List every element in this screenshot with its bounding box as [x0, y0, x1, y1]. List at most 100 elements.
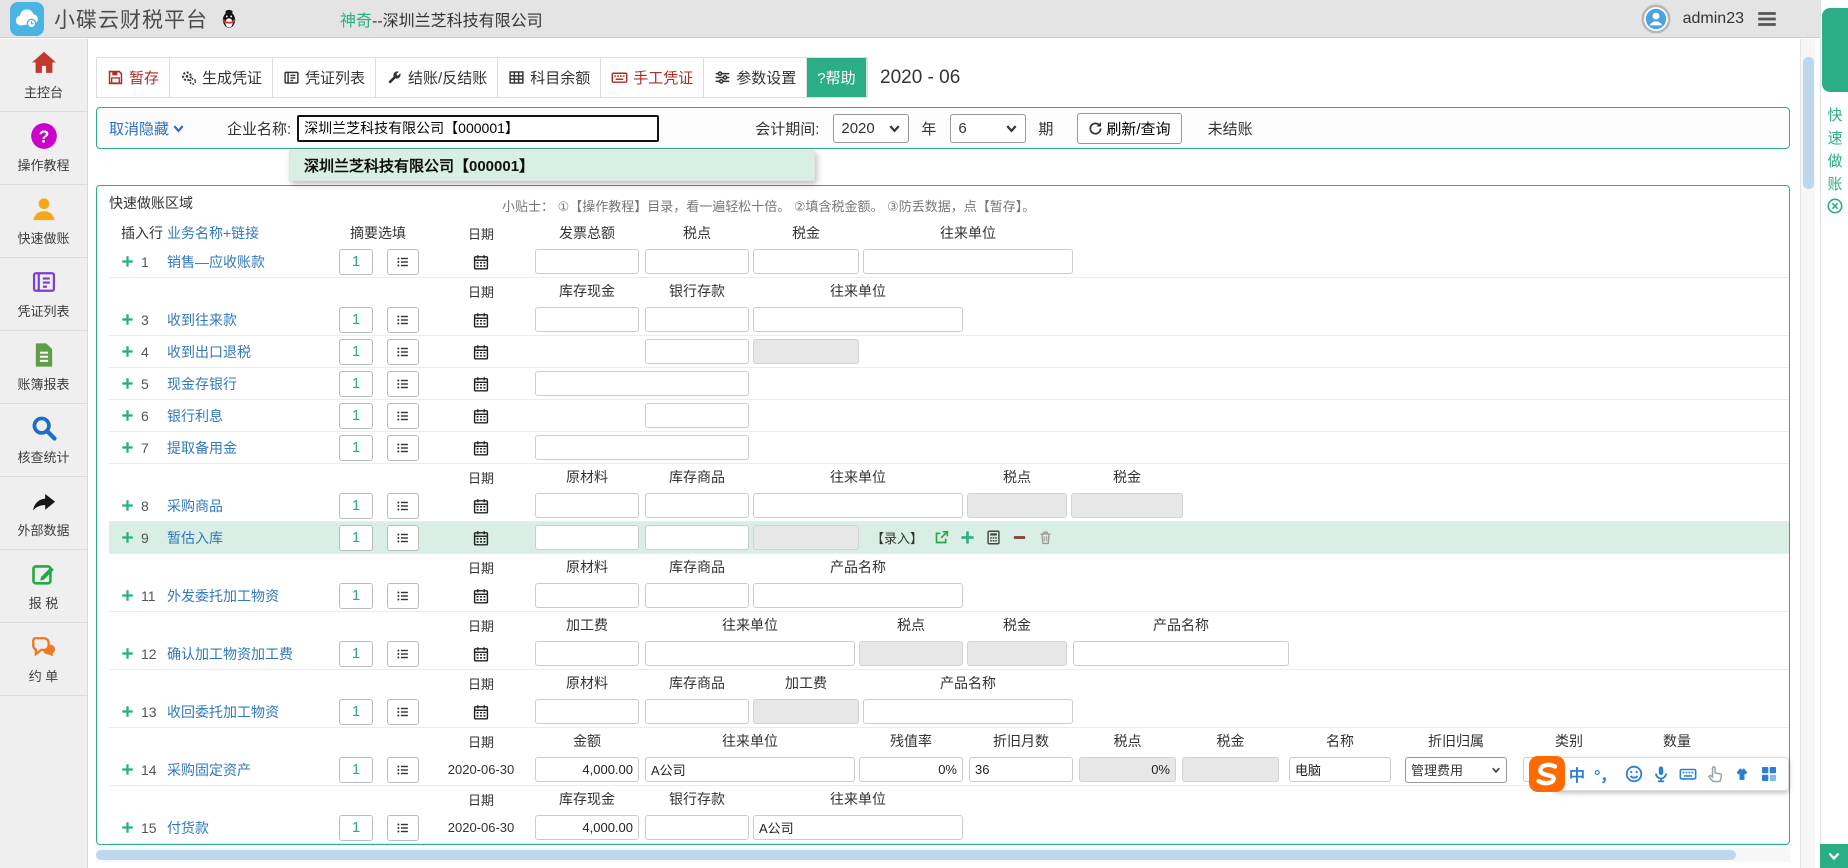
company-name-input[interactable]	[297, 115, 659, 142]
summary-list-button[interactable]	[387, 493, 419, 519]
count-box[interactable]: 1	[339, 249, 373, 275]
count-box[interactable]: 1	[339, 371, 373, 397]
horizontal-scrollbar-thumb[interactable]	[96, 850, 1736, 860]
summary-list-button[interactable]	[387, 249, 419, 275]
menu-icon[interactable]	[1756, 8, 1778, 30]
insert-row-plus-icon[interactable]	[121, 647, 134, 660]
refresh-query-button[interactable]: 刷新/查询	[1077, 113, 1181, 144]
skin-icon[interactable]	[1733, 765, 1751, 783]
sidebar-item-orders[interactable]: 约 单	[0, 623, 87, 696]
insert-row-plus-icon[interactable]	[121, 763, 134, 776]
calendar-icon[interactable]	[473, 408, 489, 424]
calendar-icon[interactable]	[473, 588, 489, 604]
summary-list-button[interactable]	[387, 339, 419, 365]
amount-input[interactable]	[645, 757, 855, 782]
insert-row-plus-icon[interactable]	[121, 409, 134, 422]
amount-input[interactable]	[859, 757, 963, 782]
amount-input[interactable]	[535, 699, 639, 724]
insert-row-plus-icon[interactable]	[121, 589, 134, 602]
amount-input[interactable]	[645, 307, 749, 332]
summary-list-button[interactable]	[387, 307, 419, 333]
amount-input[interactable]	[645, 493, 749, 518]
vertical-scrollbar-thumb[interactable]	[1803, 57, 1814, 189]
count-box[interactable]: 1	[339, 339, 373, 365]
business-link[interactable]: 付货款	[167, 818, 337, 838]
business-link[interactable]: 银行利息	[167, 406, 337, 426]
amount-input[interactable]	[645, 525, 749, 550]
amount-input[interactable]	[535, 815, 639, 840]
count-box[interactable]: 1	[339, 699, 373, 725]
amount-input[interactable]	[645, 699, 749, 724]
amount-input[interactable]	[863, 249, 1073, 274]
summary-list-button[interactable]	[387, 371, 419, 397]
entry-link[interactable]: 【录入】	[871, 528, 923, 547]
avatar[interactable]	[1641, 4, 1671, 34]
chinese-mode-icon[interactable]: 中	[1569, 762, 1585, 786]
amount-input[interactable]	[753, 583, 963, 608]
amount-input[interactable]	[969, 757, 1073, 782]
summary-list-button[interactable]	[387, 815, 419, 841]
amount-input[interactable]	[535, 583, 639, 608]
amount-input[interactable]	[645, 249, 749, 274]
count-box[interactable]: 1	[339, 435, 373, 461]
business-link[interactable]: 销售—应收账款	[167, 252, 337, 272]
amount-input[interactable]	[535, 435, 749, 460]
count-box[interactable]: 1	[339, 757, 373, 783]
insert-row-plus-icon[interactable]	[121, 345, 134, 358]
amount-input[interactable]	[535, 641, 639, 666]
sidebar-item-quick-accounting[interactable]: 快速做账	[0, 185, 87, 258]
insert-row-plus-icon[interactable]	[121, 821, 134, 834]
punctuation-icon[interactable]: °，	[1594, 762, 1616, 786]
calendar-icon[interactable]	[473, 440, 489, 456]
remove-icon[interactable]	[1012, 530, 1027, 545]
amount-input[interactable]	[753, 815, 963, 840]
summary-list-button[interactable]	[387, 435, 419, 461]
year-select[interactable]: 2020	[833, 114, 909, 143]
amount-input[interactable]	[535, 307, 639, 332]
keyboard-small-icon[interactable]	[1679, 765, 1697, 783]
company-suggestion-item[interactable]: 深圳兰芝科技有限公司【000001】	[290, 151, 814, 180]
business-link[interactable]: 暂估入库	[167, 528, 337, 548]
sogou-logo[interactable]	[1528, 755, 1566, 793]
insert-row-plus-icon[interactable]	[121, 705, 134, 718]
vertical-scrollbar[interactable]	[1800, 39, 1815, 868]
amount-input[interactable]	[863, 699, 1073, 724]
manual-voucher-button[interactable]: 手工凭证	[601, 58, 704, 97]
quick-accounting-tab[interactable]: 快速做账	[1822, 100, 1848, 214]
business-link[interactable]: 外发委托加工物资	[167, 586, 337, 606]
category-select[interactable]: 管理费用	[1405, 757, 1507, 783]
scroll-down-button[interactable]	[1820, 844, 1848, 868]
insert-row-plus-icon[interactable]	[121, 255, 134, 268]
sidebar-item-tutorial[interactable]: ?操作教程	[0, 112, 87, 185]
business-link[interactable]: 现金存银行	[167, 374, 337, 394]
sidebar-item-dashboard[interactable]: 主控台	[0, 39, 87, 112]
hand-icon[interactable]	[1706, 765, 1724, 783]
sidebar-item-ledger-reports[interactable]: 账簿报表	[0, 331, 87, 404]
toolbox-icon[interactable]	[1760, 765, 1778, 783]
amount-input[interactable]	[645, 641, 855, 666]
params-button[interactable]: 参数设置	[704, 58, 807, 97]
count-box[interactable]: 1	[339, 403, 373, 429]
amount-input[interactable]	[535, 249, 639, 274]
amount-input[interactable]	[645, 339, 749, 364]
count-box[interactable]: 1	[339, 583, 373, 609]
calendar-icon[interactable]	[473, 530, 489, 546]
qq-icon[interactable]	[218, 8, 240, 30]
closing-button[interactable]: 结账/反结账	[376, 58, 498, 97]
calculator-icon[interactable]	[986, 530, 1001, 545]
sidebar-item-tax-filing[interactable]: 报 税	[0, 550, 87, 623]
right-rail-handle[interactable]	[1822, 8, 1848, 92]
cancel-hide-toggle[interactable]: 取消隐藏	[109, 118, 185, 139]
open-icon[interactable]	[934, 530, 949, 545]
emoji-icon[interactable]	[1625, 765, 1643, 783]
summary-list-button[interactable]	[387, 757, 419, 783]
insert-row-plus-icon[interactable]	[121, 441, 134, 454]
amount-input[interactable]	[645, 403, 749, 428]
calendar-icon[interactable]	[473, 254, 489, 270]
temp-save-button[interactable]: 暂存	[97, 58, 170, 97]
count-box[interactable]: 1	[339, 815, 373, 841]
business-link[interactable]: 收到出口退税	[167, 342, 337, 362]
calendar-icon[interactable]	[473, 376, 489, 392]
account-balance-button[interactable]: 科目余额	[498, 58, 601, 97]
insert-row-plus-icon[interactable]	[121, 499, 134, 512]
